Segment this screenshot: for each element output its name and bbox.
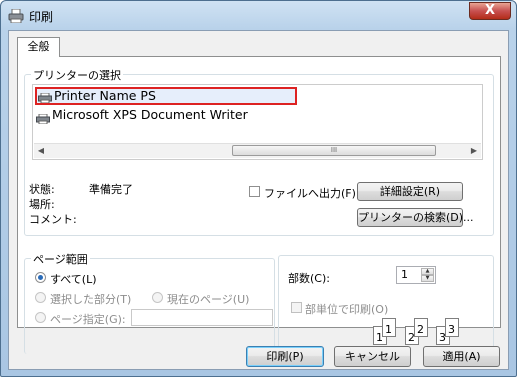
- dialog-body: 全般 プリンターの選択 Printer Name PS Microsoft XP…: [8, 30, 509, 370]
- print-to-file-label[interactable]: ファイルへ出力(F): [264, 185, 356, 201]
- page-range-title: ページ範囲: [31, 251, 90, 267]
- printer-icon: [38, 92, 52, 103]
- copies-stepper[interactable]: 1 ▲ ▼: [396, 266, 436, 284]
- copies-value[interactable]: 1: [401, 268, 408, 281]
- window-title: 印刷: [29, 10, 54, 24]
- printer-icon: [36, 111, 50, 124]
- all-pages-label[interactable]: すべて(L): [50, 271, 97, 287]
- printer-group-title: プリンターの選択: [31, 67, 123, 83]
- spin-down-icon[interactable]: ▼: [421, 275, 434, 282]
- page-range-label[interactable]: ページ指定(G):: [50, 311, 126, 327]
- scroll-left-icon[interactable]: ◀: [34, 144, 48, 158]
- collate-illustration: 1 1 2 2 3 3: [369, 316, 469, 350]
- collate-page: 2: [414, 318, 428, 337]
- title-bar: 印刷 X: [1, 1, 516, 31]
- page-range-radio[interactable]: [35, 312, 46, 323]
- location-label: 場所:: [29, 198, 55, 211]
- current-page-label[interactable]: 現在のページ(U): [167, 291, 249, 307]
- page-range-group: ページ範囲 すべて(L) 選択した部分(T) 現在のページ(U) ページ指定(G…: [24, 251, 275, 354]
- selection-radio[interactable]: [35, 292, 46, 303]
- copies-label: 部数(C):: [288, 272, 330, 285]
- selection-label[interactable]: 選択した部分(T): [50, 291, 131, 307]
- printer-item[interactable]: Microsoft XPS Document Writer: [35, 106, 248, 124]
- comment-label: コメント:: [29, 213, 77, 226]
- collate-checkbox[interactable]: [291, 302, 302, 313]
- printer-item-selected[interactable]: Printer Name PS: [35, 87, 297, 105]
- status-label: 状態:: [29, 183, 55, 196]
- printer-icon: [8, 9, 24, 23]
- horizontal-scrollbar[interactable]: ◀ III ▶: [34, 143, 481, 158]
- page-range-input[interactable]: [131, 309, 273, 326]
- apply-button[interactable]: 適用(A): [423, 346, 500, 367]
- printer-select-group: プリンターの選択 Printer Name PS Microsoft XPS D…: [24, 67, 494, 236]
- preferences-button[interactable]: 詳細設定(R): [357, 182, 463, 201]
- cancel-button[interactable]: キャンセル: [334, 346, 411, 367]
- close-icon: X: [484, 3, 496, 18]
- print-to-file-checkbox[interactable]: [249, 186, 260, 197]
- all-pages-radio[interactable]: [35, 272, 46, 283]
- tab-panel-general: プリンターの選択 Printer Name PS Microsoft XPS D…: [17, 56, 501, 354]
- collate-page: 3: [445, 318, 459, 337]
- spin-up-icon[interactable]: ▲: [421, 268, 434, 275]
- copies-group: 部数(C): 1 ▲ ▼ 部単位で印刷(O) 1 1 2 2 3 3: [278, 255, 494, 354]
- printer-list[interactable]: Printer Name PS Microsoft XPS Document W…: [32, 84, 483, 160]
- print-button[interactable]: 印刷(P): [246, 346, 324, 367]
- find-printer-button[interactable]: プリンターの検索(D)...: [357, 208, 474, 227]
- status-value: 準備完了: [89, 183, 133, 196]
- close-button[interactable]: X: [469, 2, 511, 20]
- print-dialog: 印刷 X 全般 プリンターの選択 Printer Name PS Microso…: [0, 0, 517, 377]
- printer-item-label: Microsoft XPS Document Writer: [52, 107, 248, 122]
- printer-item-label: Printer Name PS: [54, 88, 156, 103]
- tab-general[interactable]: 全般: [17, 37, 60, 57]
- current-page-radio[interactable]: [152, 292, 163, 303]
- scroll-right-icon[interactable]: ▶: [467, 144, 481, 158]
- collate-label[interactable]: 部単位で印刷(O): [305, 301, 388, 317]
- collate-page: 1: [382, 318, 396, 337]
- scrollbar-thumb[interactable]: III: [232, 145, 436, 156]
